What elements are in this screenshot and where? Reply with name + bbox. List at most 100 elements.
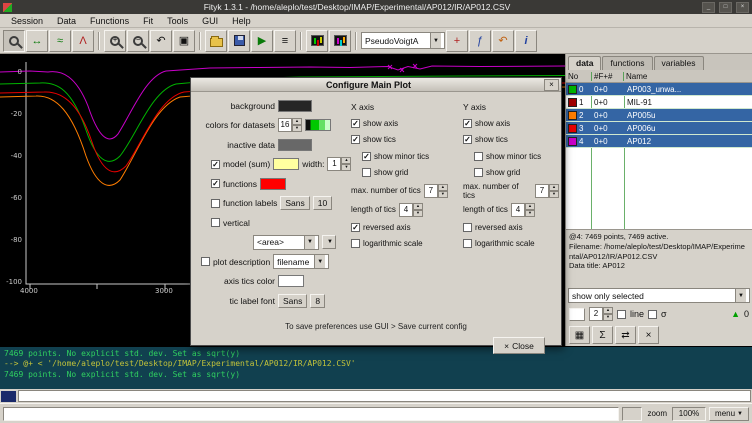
spinner-down-icon[interactable]: ▼ <box>438 191 448 198</box>
full-view-button[interactable]: ▣ <box>173 30 195 52</box>
edit-data-button[interactable]: ▦ <box>569 326 590 344</box>
line-checkbox[interactable] <box>617 310 626 319</box>
dialog-close-icon[interactable]: × <box>544 79 559 91</box>
execute-script-button[interactable]: ▶ <box>251 30 273 52</box>
spinner-down-icon[interactable]: ▼ <box>413 210 423 217</box>
spinner-down-icon[interactable]: ▼ <box>603 314 613 321</box>
auto-add-peak-button[interactable]: + <box>446 30 468 52</box>
range-mode-button[interactable]: ↔ <box>26 30 48 52</box>
zoom-out-button[interactable]: − <box>127 30 149 52</box>
dataset-colors-preview[interactable] <box>305 119 331 131</box>
y-log-scale-checkbox[interactable] <box>463 239 472 248</box>
zoom-value[interactable]: 100% <box>672 407 706 421</box>
background-color-button[interactable] <box>278 100 312 112</box>
x-tic-length-stepper[interactable]: 4▲▼ <box>399 203 423 217</box>
dataset-colors-stepper[interactable]: 16 ▲▼ <box>278 118 302 132</box>
undo-fit-button[interactable]: ↶ <box>492 30 514 52</box>
spinner-up-icon[interactable]: ▲ <box>292 118 302 125</box>
spinner-up-icon[interactable]: ▲ <box>525 203 535 210</box>
tab-variables[interactable]: variables <box>654 56 704 70</box>
x-show-tics-checkbox[interactable]: ✓ <box>351 135 360 144</box>
sigma-checkbox[interactable] <box>648 310 657 319</box>
shift-up-icon[interactable]: ▲ <box>731 309 740 319</box>
tab-functions[interactable]: functions <box>602 56 652 70</box>
functions-checkbox[interactable]: ✓ <box>211 179 220 188</box>
baseline-mode-button[interactable]: ≈ <box>49 30 71 52</box>
spinner-down-icon[interactable]: ▼ <box>292 125 302 132</box>
previous-zoom-button[interactable]: ↶ <box>150 30 172 52</box>
menu-functions[interactable]: Functions <box>83 15 136 27</box>
description-position-combo[interactable]: <area> ▼ <box>253 235 319 250</box>
menu-session[interactable]: Session <box>4 15 50 27</box>
main-plot-config-button[interactable] <box>306 30 328 52</box>
dataset-list[interactable]: 0 0+0 AP003_unwa... 1 0+0 MIL-91 2 0+0 A… <box>566 83 752 229</box>
x-reversed-axis-checkbox[interactable]: ✓ <box>351 223 360 232</box>
spinner-up-icon[interactable]: ▲ <box>413 203 423 210</box>
axis-tics-color-button[interactable] <box>278 275 304 287</box>
add-peak-mode-button[interactable]: Λ <box>72 30 94 52</box>
y-show-grid-checkbox[interactable] <box>474 168 483 177</box>
spinner-up-icon[interactable]: ▲ <box>549 184 559 191</box>
function-labels-font-button[interactable]: Sans <box>280 196 309 210</box>
table-row[interactable]: 4 0+0 AP012 <box>566 135 752 148</box>
copy-dataset-button[interactable]: ⇄ <box>615 326 636 344</box>
dialog-titlebar[interactable]: Configure Main Plot × <box>191 78 561 92</box>
titlebar[interactable]: Fityk 1.3.1 - /home/aleplo/test/Desktop/… <box>0 0 752 14</box>
window-close-button[interactable]: × <box>736 2 749 13</box>
y-tic-length-stepper[interactable]: 4▲▼ <box>511 203 535 217</box>
y-reversed-axis-checkbox[interactable] <box>463 223 472 232</box>
description-extra-dropdown[interactable]: ▼ <box>322 235 336 249</box>
x-show-grid-checkbox[interactable] <box>362 168 371 177</box>
table-row[interactable]: 2 0+0 AP005u <box>566 109 752 122</box>
table-row[interactable]: 0 0+0 AP003_unwa... <box>566 83 752 96</box>
peak-type-combo[interactable]: PseudoVoigtA ▼ <box>361 32 445 49</box>
menu-gui[interactable]: GUI <box>195 15 225 27</box>
x-log-scale-checkbox[interactable] <box>351 239 360 248</box>
spinner-up-icon[interactable]: ▲ <box>438 184 448 191</box>
function-labels-checkbox[interactable] <box>211 199 220 208</box>
point-color-button[interactable] <box>569 308 585 321</box>
spinner-down-icon[interactable]: ▼ <box>341 164 351 171</box>
spinner-up-icon[interactable]: ▲ <box>341 157 351 164</box>
model-checkbox[interactable]: ✓ <box>211 160 220 169</box>
delete-dataset-button[interactable]: × <box>638 326 659 344</box>
function-labels-size-button[interactable]: 10 <box>313 196 332 210</box>
command-input[interactable] <box>18 390 751 402</box>
tic-font-button[interactable]: Sans <box>278 294 307 308</box>
x-max-tics-stepper[interactable]: 7▲▼ <box>424 184 448 198</box>
tab-data[interactable]: data <box>568 56 601 70</box>
run-fit-button[interactable]: ƒ <box>469 30 491 52</box>
functions-color-button[interactable] <box>260 178 286 190</box>
menu-tools[interactable]: Tools <box>160 15 195 27</box>
minimize-button[interactable]: _ <box>702 2 715 13</box>
x-show-minor-tics-checkbox[interactable]: ✓ <box>362 152 371 161</box>
save-session-button[interactable] <box>228 30 250 52</box>
point-size-stepper[interactable]: 2 ▲▼ <box>589 307 613 321</box>
tic-font-size-button[interactable]: 8 <box>310 294 325 308</box>
plot-description-combo[interactable]: filename ▼ <box>273 254 329 269</box>
plot-description-checkbox[interactable] <box>201 257 210 266</box>
open-file-button[interactable] <box>205 30 227 52</box>
show-filter-combo[interactable]: show only selected ▼ <box>568 288 750 303</box>
inactive-color-button[interactable] <box>278 139 312 151</box>
close-button[interactable]: × Close <box>493 337 545 354</box>
y-show-minor-tics-checkbox[interactable] <box>474 152 483 161</box>
zoom-mode-button[interactable] <box>3 30 25 52</box>
y-show-axis-checkbox[interactable]: ✓ <box>463 119 472 128</box>
spinner-down-icon[interactable]: ▼ <box>549 191 559 198</box>
model-width-stepper[interactable]: 1 ▲▼ <box>327 157 351 171</box>
zoom-in-button[interactable]: + <box>104 30 126 52</box>
menu-data[interactable]: Data <box>50 15 83 27</box>
y-max-tics-stepper[interactable]: 7▲▼ <box>535 184 559 198</box>
info-button[interactable]: i <box>515 30 537 52</box>
maximize-button[interactable]: □ <box>719 2 732 13</box>
aux-plot-config-button[interactable] <box>329 30 351 52</box>
spinner-up-icon[interactable]: ▲ <box>603 307 613 314</box>
menu-button[interactable]: menu ▼ <box>709 407 749 421</box>
vertical-checkbox[interactable] <box>211 218 220 227</box>
table-row[interactable]: 3 0+0 AP006u <box>566 122 752 135</box>
sum-datasets-button[interactable]: Σ <box>592 326 613 344</box>
menu-help[interactable]: Help <box>225 15 258 27</box>
show-log-button[interactable]: ≡ <box>274 30 296 52</box>
spinner-down-icon[interactable]: ▼ <box>525 210 535 217</box>
